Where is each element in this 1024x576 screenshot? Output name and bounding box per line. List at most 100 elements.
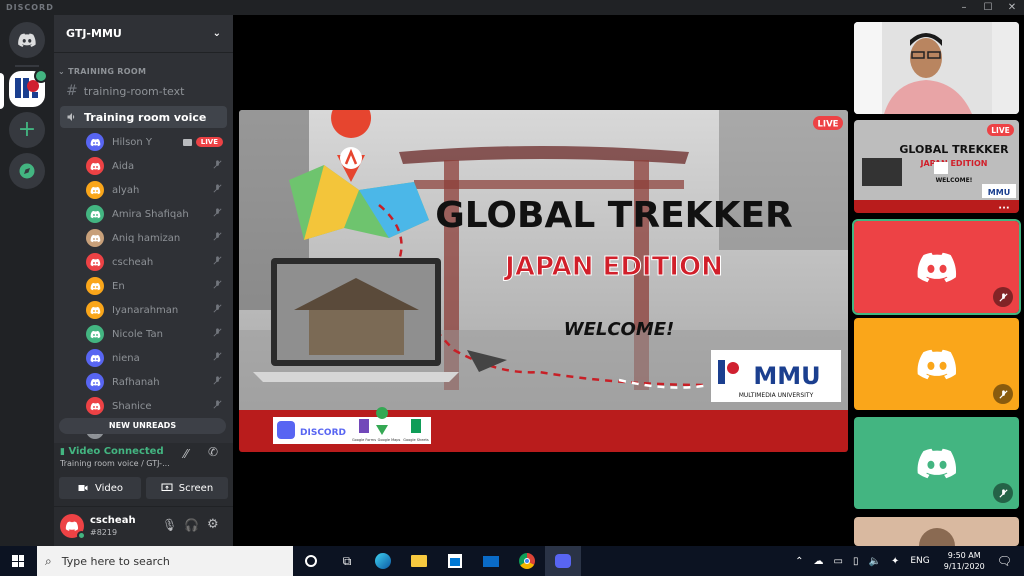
camera-icon [78, 485, 88, 491]
voice-user[interactable]: Aniq hamizan [54, 226, 233, 250]
user-avatar-icon [86, 133, 104, 151]
clock[interactable]: 9:50 AM 9/11/2020 [944, 550, 985, 572]
muted-mic-icon [993, 287, 1013, 307]
voice-user[interactable]: Rafhanah [54, 370, 233, 394]
muted-mic-icon [212, 399, 223, 413]
explore-servers-button[interactable] [9, 153, 45, 189]
microsoft-store-icon[interactable] [437, 546, 473, 576]
svg-text:Google Sheets: Google Sheets [403, 438, 429, 442]
edge-browser-icon[interactable] [365, 546, 401, 576]
screen-share-stream[interactable]: GLOBAL TREKKER JAPAN EDITION WELCOME! MM… [239, 110, 848, 452]
user-avatar-icon [86, 397, 104, 415]
language-indicator[interactable]: ENG [910, 556, 929, 566]
text-channel[interactable]: # training-room-text [60, 80, 227, 102]
current-user-name: cscheah [90, 515, 136, 526]
main-video-area: GLOBAL TREKKER JAPAN EDITION WELCOME! MM… [233, 15, 851, 546]
network-icon[interactable]: ▭ [834, 556, 843, 567]
participant-tile[interactable] [854, 318, 1019, 410]
voice-user[interactable]: Shanice [54, 394, 233, 418]
online-status-dot [77, 531, 86, 540]
volume-icon[interactable]: 🔈 [868, 556, 880, 567]
discord-tool-text: DISCORD [300, 428, 346, 438]
google-sheets-icon [411, 419, 421, 433]
user-avatar-icon [86, 205, 104, 223]
user-avatar-icon [86, 181, 104, 199]
windows-taskbar: ⌕ Type here to search ⧉ ⌃ ☁ ▭ ▯ 🔈 ✦ ENG … [0, 546, 1024, 576]
voice-user[interactable]: Nicole Tan [54, 322, 233, 346]
participant-tile[interactable] [852, 219, 1021, 315]
mail-icon[interactable] [473, 546, 509, 576]
selected-server-pill [0, 73, 4, 109]
discord-logo-icon [18, 33, 36, 47]
more-options-icon[interactable]: ··· [998, 203, 1009, 213]
svg-text:Google Maps: Google Maps [378, 438, 401, 442]
live-badge: LIVE [195, 137, 223, 147]
voice-user[interactable]: Iyanarahman [54, 298, 233, 322]
compass-icon [19, 163, 35, 179]
server-activity-badge [34, 69, 48, 83]
voice-user[interactable]: cscheah [54, 250, 233, 274]
preview-subtitle: JAPAN EDITION [920, 159, 988, 168]
stream-preview: LIVE GLOBAL TREKKER JAPAN EDITION WELCOM… [854, 120, 1019, 213]
chrome-icon[interactable] [509, 546, 545, 576]
chevron-down-icon: ⌄ [212, 28, 221, 39]
add-server-button[interactable]: + [9, 112, 45, 148]
connection-location[interactable]: Training room voice / GTJ-... [60, 459, 170, 468]
hash-icon: # [66, 83, 78, 99]
new-unreads-bar[interactable]: NEW UNREADS [59, 418, 226, 434]
gear-icon[interactable]: ⚙ [207, 517, 219, 532]
voice-user[interactable]: niena [54, 346, 233, 370]
minimize-button[interactable]: – [952, 0, 976, 15]
voice-channel[interactable]: Training room voice [60, 106, 227, 128]
discord-logo-icon [917, 349, 956, 380]
notification-center-icon[interactable]: 🗨 [997, 554, 1012, 568]
cortana-icon[interactable] [293, 546, 329, 576]
windows-start-icon[interactable] [12, 555, 24, 567]
voice-user[interactable]: En [54, 274, 233, 298]
voice-user[interactable]: alyah [54, 178, 233, 202]
stream-preview-tile[interactable]: LIVE GLOBAL TREKKER JAPAN EDITION WELCOM… [854, 120, 1019, 213]
user-avatar[interactable] [60, 514, 86, 540]
channel-category[interactable]: ⌄ TRAINING ROOM [58, 67, 233, 76]
voice-user[interactable]: Amira Shafiqah [54, 202, 233, 226]
user-avatar-icon [86, 277, 104, 295]
headphones-icon[interactable]: 🎧 [184, 518, 199, 532]
maximize-button[interactable]: ☐ [976, 0, 1000, 15]
server-name: GTJ-MMU [66, 27, 122, 40]
participant-tile[interactable] [854, 417, 1019, 509]
webcam-person-image [854, 22, 1019, 114]
screen-share-button[interactable]: Screen [146, 477, 228, 499]
microphone-icon[interactable]: 🎙 [162, 518, 177, 532]
voice-user[interactable]: Hilson Y LIVE [54, 130, 233, 154]
clock-date: 9/11/2020 [943, 562, 985, 571]
user-avatar-icon [86, 229, 104, 247]
task-view-icon[interactable]: ⧉ [329, 546, 365, 576]
noise-suppression-icon[interactable]: ⁄⁄ [184, 447, 188, 461]
dropbox-icon[interactable]: ✦ [891, 556, 899, 567]
partial-participant-tile[interactable] [854, 517, 1019, 546]
window-brand: DISCORD [6, 3, 54, 12]
tray-expand-icon[interactable]: ⌃ [795, 556, 803, 567]
discord-taskbar-icon[interactable] [545, 546, 581, 576]
battery-icon[interactable]: ▯ [853, 556, 859, 567]
taskbar-search-box[interactable]: ⌕ Type here to search [37, 546, 293, 576]
voice-user-name: Rafhanah [112, 376, 160, 388]
user-avatar-icon [86, 253, 104, 271]
stream-subtitle-text: JAPAN EDITION [503, 252, 723, 282]
muted-mic-icon [993, 384, 1013, 404]
voice-user[interactable]: Aida [54, 154, 233, 178]
onedrive-icon[interactable]: ☁ [814, 556, 824, 567]
close-button[interactable]: ✕ [1000, 0, 1024, 15]
file-explorer-icon[interactable] [401, 546, 437, 576]
disconnect-icon[interactable]: ✆ [208, 445, 218, 459]
voice-user-name: Amira Shafiqah [112, 208, 189, 220]
webcam-tile[interactable] [854, 22, 1019, 114]
mmu-name-text: MULTIMEDIA UNIVERSITY [739, 392, 814, 399]
video-button[interactable]: Video [59, 477, 141, 499]
participant-tiles: LIVE GLOBAL TREKKER JAPAN EDITION WELCOM… [851, 15, 1024, 546]
muted-mic-icon [212, 255, 223, 269]
home-discord-button[interactable] [9, 22, 45, 58]
server-icon-gtj-mmu[interactable] [9, 69, 48, 107]
signal-icon: ▮ [60, 447, 65, 457]
server-header[interactable]: GTJ-MMU ⌄ [54, 15, 233, 53]
